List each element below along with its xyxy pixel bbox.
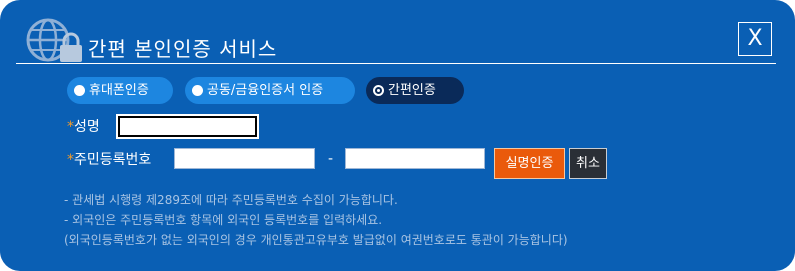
cancel-button[interactable]: 취소 (569, 148, 607, 179)
rrn-front-input[interactable] (174, 148, 315, 169)
rrn-separator: - (328, 151, 334, 167)
tab-simple-auth[interactable]: 간편인증 (366, 77, 464, 104)
close-button[interactable]: X (738, 22, 772, 56)
notice-text: - 관세법 시행령 제289조에 따라 주민등록번호 수집이 가능합니다. - … (64, 190, 568, 250)
auth-dialog: 간편 본인인증 서비스 X 휴대폰인증 공동/금융인증서 인증 간편인증 *성명… (0, 0, 795, 271)
dialog-title: 간편 본인인증 서비스 (88, 37, 278, 61)
radio-selected-icon (373, 85, 384, 96)
notice-line: - 외국인은 주민등록번호 항목에 외국인 등록번호를 입력하세요. (64, 213, 383, 227)
name-input[interactable] (116, 114, 259, 139)
radio-icon (74, 85, 85, 96)
tab-label: 공동/금융인증서 인증 (207, 83, 324, 98)
notice-line: - 관세법 시행령 제289조에 따라 주민등록번호 수집이 가능합니다. (64, 193, 398, 207)
notice-line: (외국인등록번호가 없는 외국인의 경우 개인통관고유부호 발급없이 여권번호로… (64, 233, 568, 247)
tab-label: 휴대폰인증 (89, 83, 149, 98)
globe-lock-icon (26, 18, 82, 62)
required-mark: * (67, 119, 74, 135)
rrn-label: *주민등록번호 (67, 152, 152, 168)
tab-label: 간편인증 (388, 83, 436, 98)
tab-mobile-auth[interactable]: 휴대폰인증 (67, 77, 173, 104)
tab-certificate-auth[interactable]: 공동/금융인증서 인증 (185, 77, 355, 104)
name-label: *성명 (67, 119, 100, 135)
radio-icon (192, 85, 203, 96)
rrn-back-input[interactable] (345, 148, 485, 169)
required-mark: * (67, 152, 74, 168)
title-bar: 간편 본인인증 서비스 X (0, 0, 795, 64)
verify-name-button[interactable]: 실명인증 (494, 148, 565, 179)
title-divider (16, 63, 776, 64)
